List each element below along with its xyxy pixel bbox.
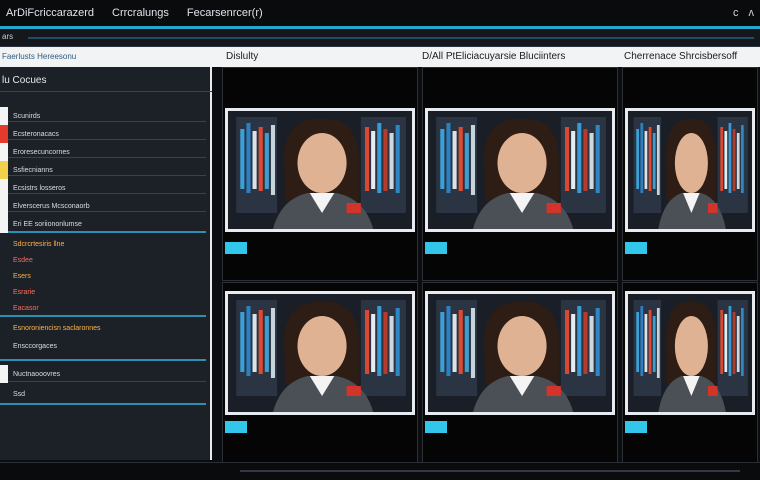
sidebar-item-label: Nuctnaooovres [13, 370, 61, 378]
status-bar [0, 462, 760, 480]
participant-photo [228, 111, 412, 229]
menu-item-1[interactable]: ArDiFcriccarazerd [6, 7, 94, 19]
video-tile[interactable] [222, 67, 418, 281]
sidebar-header: Faerlusts Hereesonu [2, 52, 77, 61]
sidebar-item[interactable]: Elverscerus Mcsconaorb [0, 197, 206, 215]
menu-bar: ArDiFcriccarazerd Crrcralungs Fecarsenrc… [6, 7, 263, 19]
sidebar: lu Cocues Scunirds Ecsteronacacs Eroresecu… [0, 67, 212, 460]
color-swatch-icon [0, 143, 8, 161]
tile-status-badge[interactable] [425, 242, 447, 254]
sidebar-item[interactable]: Ecsteronacacs [0, 125, 206, 143]
sidebar-item-label: Ssd [13, 390, 26, 398]
sidebar-item-label: Eroresecuncornes [13, 148, 70, 156]
participant-photo [228, 294, 412, 412]
video-frame [225, 291, 415, 415]
color-swatch-icon [0, 337, 8, 355]
sidebar-item-label: Ecsistrs losseros [13, 184, 66, 192]
tile-status-badge[interactable] [225, 421, 247, 433]
color-swatch-icon [0, 179, 8, 197]
sidebar-separator [0, 403, 206, 405]
color-swatch-icon [0, 125, 8, 143]
tile-status-badge[interactable] [625, 421, 647, 433]
sidebar-item[interactable]: Ensccorgaces [0, 337, 206, 355]
color-swatch-icon [0, 197, 8, 215]
sidebar-item[interactable]: Eri EE soriiononlumse [0, 215, 206, 233]
toolbar-strip: ars [0, 29, 760, 47]
sidebar-item[interactable]: Scunirds [0, 107, 206, 125]
sidebar-item-label: Ecsteronacacs [13, 130, 59, 138]
tile-status-badge[interactable] [425, 421, 447, 433]
sidebar-item-label: Esers [13, 272, 31, 280]
sidebar-item-label: Ssfiecnianns [13, 166, 53, 174]
sidebar-item[interactable]: Esnoroniencisn saclaronnes [0, 319, 206, 337]
sidebar-item[interactable]: Ecsistrs losseros [0, 179, 206, 197]
participant-photo [628, 294, 752, 412]
sidebar-divider [0, 91, 212, 92]
column-header-2[interactable]: D/All PtEliciacuyarsie Bluciinters [422, 51, 565, 62]
sidebar-item-label: Sdcrcrtesiris llne [13, 240, 65, 248]
video-frame [625, 108, 755, 232]
video-tile[interactable] [622, 67, 758, 281]
sidebar-title: lu Cocues [2, 75, 47, 86]
sidebar-item-label: Esdee [13, 256, 33, 264]
toolbar-tag: ars [2, 32, 14, 41]
chevron-up-icon[interactable]: ʌ [749, 7, 755, 19]
column-header-3[interactable]: Cherrenace Shrcisbersoff [624, 51, 737, 62]
window-titlebar: ArDiFcriccarazerd Crrcralungs Fecarsenrc… [0, 0, 760, 26]
color-swatch-icon [0, 319, 8, 337]
sidebar-item-label: Ensccorgaces [13, 342, 57, 350]
progress-track [28, 37, 754, 39]
color-swatch-icon [0, 385, 8, 403]
sidebar-item-label: Elverscerus Mcsconaorb [13, 202, 90, 210]
menu-item-3[interactable]: Fecarsenrcer(r) [187, 7, 263, 19]
menu-item-2[interactable]: Crrcralungs [112, 7, 169, 19]
video-frame [425, 108, 615, 232]
participant-photo [428, 111, 612, 229]
tile-status-badge[interactable] [625, 242, 647, 254]
color-swatch-icon [0, 215, 8, 233]
status-track [240, 470, 740, 472]
panel-header-row: Faerlusts Hereesonu Dislulty D/All PtEli… [0, 47, 760, 67]
sidebar-item[interactable]: Ssfiecnianns [0, 161, 206, 179]
video-frame [625, 291, 755, 415]
sidebar-item[interactable]: Nuctnaooovres [0, 365, 206, 383]
sidebar-separator [0, 359, 206, 361]
sidebar-item[interactable]: Eacasor [0, 299, 206, 317]
color-swatch-icon [0, 299, 8, 317]
account-icon[interactable]: c [733, 7, 739, 19]
column-header-1[interactable]: Dislulty [226, 51, 258, 62]
color-swatch-icon [0, 365, 8, 383]
sidebar-item-label: Eacasor [13, 304, 39, 312]
video-tile[interactable] [422, 282, 618, 470]
sidebar-item[interactable]: Eroresecuncornes [0, 143, 206, 161]
video-tile[interactable] [622, 282, 758, 470]
color-swatch-icon [0, 161, 8, 179]
video-tile[interactable] [222, 282, 418, 470]
sidebar-item-label: Esnoroniencisn saclaronnes [13, 324, 101, 332]
video-frame [225, 108, 415, 232]
color-swatch-icon [0, 107, 8, 125]
sidebar-item[interactable]: Ssd [0, 385, 206, 403]
video-frame [425, 291, 615, 415]
video-tile[interactable] [422, 67, 618, 281]
sidebar-item-label: Scunirds [13, 112, 41, 120]
sidebar-item-label: Esrarie [13, 288, 36, 296]
participant-photo [428, 294, 612, 412]
sidebar-item-label: Eri EE soriiononlumse [13, 220, 82, 228]
tile-status-badge[interactable] [225, 242, 247, 254]
participant-photo [628, 111, 752, 229]
